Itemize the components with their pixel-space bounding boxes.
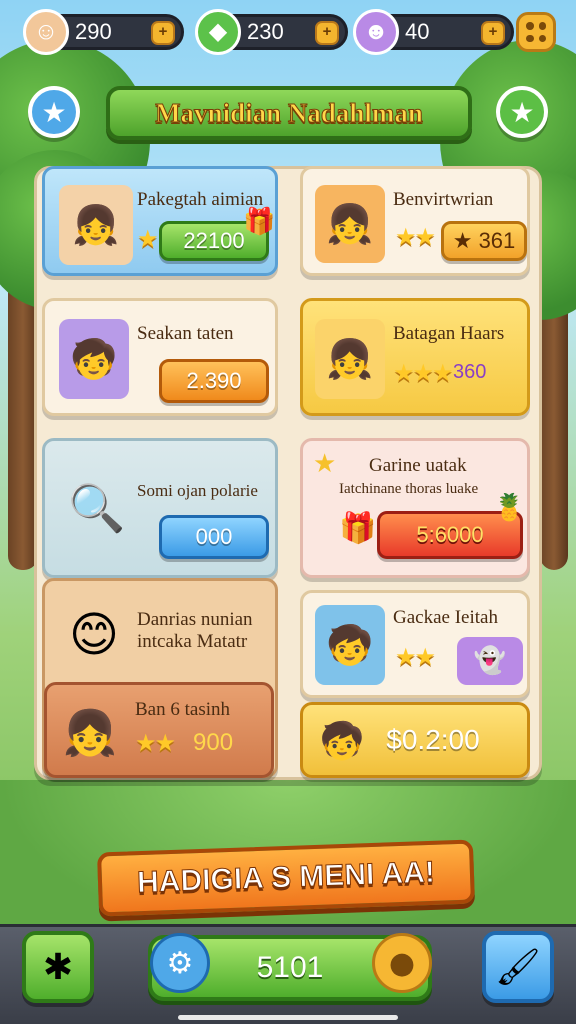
girl-avatar-icon: 👧 xyxy=(62,708,118,759)
shop-card-4[interactable]: 👧 Batagan Haars ★★★ 360 xyxy=(300,298,530,416)
title-banner: Mavnidian Nadahlman xyxy=(106,86,472,140)
kid-avatar-icon: 🧒 xyxy=(315,605,385,685)
gift-icon: 🎁 xyxy=(243,207,276,237)
fruit-icon: 🍍 xyxy=(493,493,526,523)
purple-ghost-icon: ☻ xyxy=(353,9,399,55)
shop-card-9[interactable]: 👧 Ban 6 tasinh ★★ 900 xyxy=(44,682,274,778)
girl-avatar-icon: ☺ xyxy=(23,9,69,55)
paint-brush-icon[interactable]: 🖌 xyxy=(482,931,554,1003)
stars-icon: ★★ xyxy=(395,223,436,251)
coins-value: 290 xyxy=(75,19,112,44)
card-title: Ban 6 tasinh xyxy=(135,699,230,720)
green-gem-icon: ◆ xyxy=(195,9,241,55)
resource-bar: ☺ 290 + ◆ 230 + ☻ 40 + xyxy=(0,0,576,64)
menu-grid-icon[interactable] xyxy=(516,12,556,52)
smiley-icon: 😊 xyxy=(68,607,120,663)
card-price-button[interactable]: $0.2:00 xyxy=(309,711,523,769)
stars-icon: ★★★ xyxy=(393,359,454,387)
tokens-value: 40 xyxy=(405,19,430,44)
gift-icon: 🎁 xyxy=(339,511,377,546)
page-title: Mavnidian Nadahlman xyxy=(155,97,424,128)
girl-avatar-icon: 👧 xyxy=(315,185,385,263)
card-title: Garine uatak xyxy=(369,455,467,476)
card-price-value: 361 xyxy=(478,228,516,253)
right-star-button[interactable]: ★ xyxy=(496,86,548,138)
home-indicator xyxy=(178,1015,398,1020)
card-price-button[interactable]: 000 xyxy=(159,515,269,559)
stars-icon: ★★ xyxy=(395,643,436,671)
shop-card-3[interactable]: 🧒 Seakan taten 2.390 xyxy=(42,298,278,416)
card-title: Seakan taten xyxy=(137,323,234,344)
card-price-button[interactable]: ★ 361 xyxy=(441,221,527,261)
stars-icon: ★★ xyxy=(135,729,176,757)
shop-card-8[interactable]: 🧒 Gackae Ieitah ★★ 👻 xyxy=(300,590,530,698)
ghost-icon: 👻 xyxy=(457,637,523,685)
blue-gear-icon: ⚙ xyxy=(150,933,210,993)
kid-avatar-icon: 🧒 xyxy=(59,319,129,399)
resource-gems[interactable]: ◆ 230 + xyxy=(195,9,348,55)
shop-card-1[interactable]: 👧 Pakegtah aimian ★ 22100 🎁 xyxy=(42,166,278,276)
bottom-balance-value: 5101 xyxy=(256,951,324,984)
shop-card-5[interactable]: 🔍 Somi ojan polarie 000 xyxy=(42,438,278,578)
card-value: 360 xyxy=(453,361,487,383)
shop-card-6[interactable]: ★ Garine uatak Iatchinane thoras luake 🎁… xyxy=(300,438,530,578)
gold-coin-icon: ● xyxy=(372,933,432,993)
resource-coins[interactable]: ☺ 290 + xyxy=(23,9,184,55)
cta-banner-button[interactable]: HADIGIA S MENI AA! xyxy=(96,839,476,917)
card-subtitle: intcaka Matatr xyxy=(137,631,248,652)
shop-card-10[interactable]: 🧒 $0.2:00 xyxy=(300,702,530,778)
cta-label: HADIGIA S MENI AA! xyxy=(136,855,436,900)
magnifier-avatar-icon: 🔍 xyxy=(68,480,126,535)
card-title: Somi ojan polarie xyxy=(137,481,258,500)
left-star-button[interactable]: ★ xyxy=(28,86,80,138)
card-subtitle: Iatchinane thoras luake xyxy=(339,481,479,497)
card-price-button[interactable]: 2.390 xyxy=(159,359,269,403)
card-title: Benvirtwrian xyxy=(393,189,494,210)
card-value: 900 xyxy=(193,729,234,756)
add-gems-icon[interactable]: + xyxy=(315,21,339,45)
add-tokens-icon[interactable]: + xyxy=(481,21,505,45)
add-coins-icon[interactable]: + xyxy=(151,21,175,45)
card-title: Danrias nunian xyxy=(137,609,253,630)
girl-avatar-icon: 👧 xyxy=(315,319,385,399)
puzzle-piece-icon[interactable]: ✱ xyxy=(22,931,94,1003)
card-title: Batagan Haars xyxy=(393,323,505,344)
resource-tokens[interactable]: ☻ 40 + xyxy=(353,9,514,55)
star-icon: ★ xyxy=(137,225,158,253)
shop-card-2[interactable]: 👧 Benvirtwrian ★★ ★ 361 xyxy=(300,166,530,276)
card-title: Gackae Ieitah xyxy=(393,607,498,628)
girl-avatar-icon: 👧 xyxy=(59,185,133,265)
gems-value: 230 xyxy=(247,19,284,44)
bottom-nav: ✱ 5101 ⚙ ● 🖌 xyxy=(0,924,576,1024)
star-icon: ★ xyxy=(452,228,479,253)
star-icon: ★ xyxy=(313,449,337,479)
